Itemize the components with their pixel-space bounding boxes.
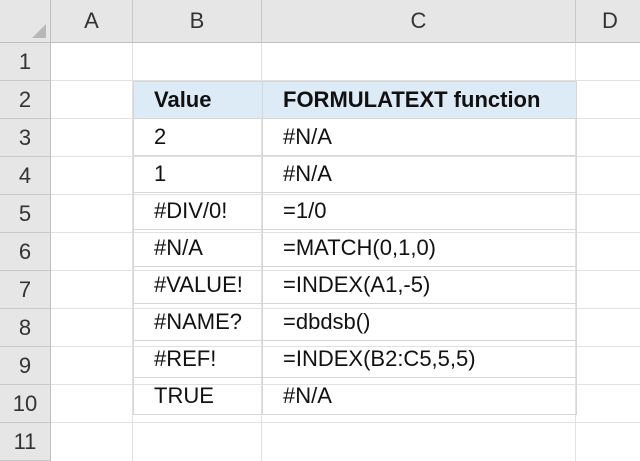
row-header-8[interactable]: 8: [0, 309, 51, 347]
cell-c8[interactable]: =dbdsb(): [262, 303, 577, 341]
cell-c10[interactable]: #N/A: [262, 377, 577, 415]
gridline: [51, 422, 640, 423]
table-header-row: Value FORMULATEXT function: [133, 81, 577, 119]
table-row: 1 #N/A: [133, 155, 577, 193]
cell-c3[interactable]: #N/A: [262, 118, 577, 156]
row-header-1[interactable]: 1: [0, 43, 51, 81]
cell-b2[interactable]: Value: [133, 81, 263, 119]
cell-b5[interactable]: #DIV/0!: [133, 192, 263, 230]
column-header-c[interactable]: C: [262, 0, 576, 43]
row-header-5[interactable]: 5: [0, 195, 51, 233]
table-row: 2 #N/A: [133, 118, 577, 156]
cell-b9[interactable]: #REF!: [133, 340, 263, 378]
row-header-4[interactable]: 4: [0, 157, 51, 195]
table-row: #DIV/0! =1/0: [133, 192, 577, 230]
row-header-9[interactable]: 9: [0, 347, 51, 385]
cell-c9[interactable]: =INDEX(B2:C5,5,5): [262, 340, 577, 378]
select-all-triangle-icon: [32, 24, 46, 38]
table-row: #VALUE! =INDEX(A1,-5): [133, 266, 577, 304]
cell-b10[interactable]: TRUE: [133, 377, 263, 415]
row-header-2[interactable]: 2: [0, 81, 51, 119]
row-header-6[interactable]: 6: [0, 233, 51, 271]
column-header-d[interactable]: D: [576, 0, 640, 43]
column-header-b[interactable]: B: [133, 0, 262, 43]
cell-c4[interactable]: #N/A: [262, 155, 577, 193]
table-row: #N/A =MATCH(0,1,0): [133, 229, 577, 267]
row-header-11[interactable]: 11: [0, 423, 51, 461]
row-header-7[interactable]: 7: [0, 271, 51, 309]
cell-b4[interactable]: 1: [133, 155, 263, 193]
row-header-10[interactable]: 10: [0, 385, 51, 423]
table-row: #REF! =INDEX(B2:C5,5,5): [133, 340, 577, 378]
select-all-corner[interactable]: [0, 0, 51, 43]
data-table: Value FORMULATEXT function 2 #N/A 1 #N/A…: [133, 81, 577, 415]
cell-b7[interactable]: #VALUE!: [133, 266, 263, 304]
cell-c2[interactable]: FORMULATEXT function: [262, 81, 577, 119]
row-header-3[interactable]: 3: [0, 119, 51, 157]
cell-c5[interactable]: =1/0: [262, 192, 577, 230]
table-row: #NAME? =dbdsb(): [133, 303, 577, 341]
cell-c7[interactable]: =INDEX(A1,-5): [262, 266, 577, 304]
cell-b3[interactable]: 2: [133, 118, 263, 156]
table-row: TRUE #N/A: [133, 377, 577, 415]
column-header-a[interactable]: A: [51, 0, 133, 43]
cell-b8[interactable]: #NAME?: [133, 303, 263, 341]
cell-b6[interactable]: #N/A: [133, 229, 263, 267]
cell-c6[interactable]: =MATCH(0,1,0): [262, 229, 577, 267]
